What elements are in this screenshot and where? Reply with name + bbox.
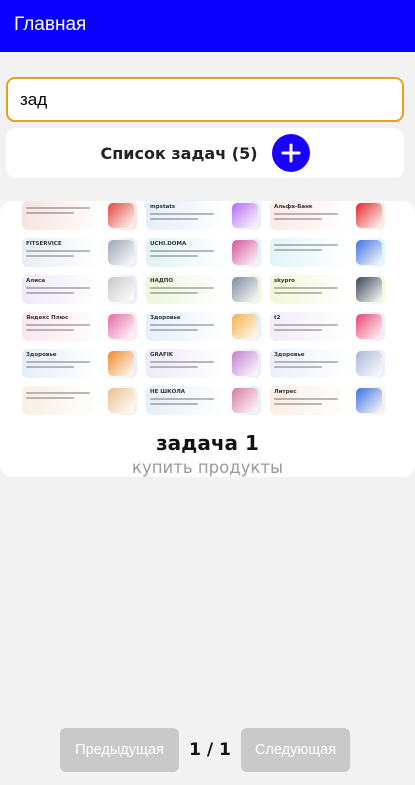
promo-tile [270, 238, 385, 267]
promo-tile-text-line [274, 213, 338, 215]
promo-tile: skypro [270, 275, 385, 304]
promo-tile: FITSERVICE [22, 238, 137, 267]
promo-tile: Литрес [270, 386, 385, 415]
app-bar: Главная [0, 0, 415, 52]
promo-tile-text-line [150, 361, 214, 363]
promo-tile-illustration [232, 314, 258, 339]
promo-tile: UCHI.DOMA [146, 238, 261, 267]
promo-tile-illustration [108, 314, 134, 339]
promo-tile-text-line [26, 392, 90, 394]
promo-tile-illustration [356, 388, 382, 413]
app-title: Главная [14, 14, 87, 35]
promo-tile-text-line [26, 361, 90, 363]
promo-tile-illustration [356, 240, 382, 265]
promo-tile-text-line [150, 213, 214, 215]
task-list-label: Список задач (5) [100, 143, 258, 163]
promo-tile: Здоровье [146, 312, 261, 341]
promo-tile-illustration [232, 351, 258, 376]
promo-tile-text-line [26, 212, 74, 214]
promo-tile-illustration [356, 351, 382, 376]
promo-tile: НАДПО [146, 275, 261, 304]
promo-tile-text-line [26, 324, 90, 326]
promo-tile-text-line [274, 361, 338, 363]
promo-tile-illustration [232, 388, 258, 413]
promo-tile-text-line [274, 244, 338, 246]
promo-tile: НЕ ШКОЛА [146, 386, 261, 415]
promo-tile-text-line [150, 250, 214, 252]
promo-tile-text-line [150, 366, 198, 368]
task-card[interactable]: mpstats Альфа-Банк FITSERVICE UCHI.DOMA Алис… [0, 201, 415, 477]
promo-tile-text-line [274, 324, 338, 326]
promo-tile-illustration [232, 203, 258, 228]
promo-tile-illustration [356, 203, 382, 228]
page-indicator: 1 / 1 [189, 740, 231, 760]
promo-tile-text-line [150, 324, 214, 326]
promo-tile-text-line [150, 255, 198, 257]
plus-icon [281, 143, 301, 163]
search-input[interactable] [20, 89, 390, 110]
promo-tile [22, 386, 137, 415]
promo-tile: Здоровье [270, 349, 385, 378]
search-field[interactable] [6, 77, 404, 122]
promo-tile [22, 201, 137, 230]
promo-tile-text-line [274, 329, 322, 331]
promo-tile-illustration [108, 203, 134, 228]
promo-tile-text-line [274, 398, 338, 400]
promo-tile: Здоровье [22, 349, 137, 378]
promo-tile: GRAFIK [146, 349, 261, 378]
prev-page-button[interactable]: Предыдущая [60, 728, 179, 772]
promo-tile-text-line [150, 398, 214, 400]
promo-tile-illustration [108, 351, 134, 376]
task-list-header: Список задач (5) [6, 128, 404, 178]
promo-tile-text-line [26, 250, 90, 252]
next-page-button[interactable]: Следующая [241, 728, 350, 772]
promo-tile-text-line [274, 287, 338, 289]
promo-tile: Яндекс Плюс [22, 312, 137, 341]
promo-tile-text-line [26, 292, 74, 294]
promo-tile-illustration [108, 277, 134, 302]
add-task-button[interactable] [271, 134, 310, 172]
promo-tile-illustration [232, 277, 258, 302]
promo-tile-text-line [26, 255, 74, 257]
pagination: Предыдущая 1 / 1 Следующая [0, 728, 415, 772]
promo-tile: Алиса [22, 275, 137, 304]
promo-tile-illustration [108, 240, 134, 265]
promo-tile-illustration [356, 314, 382, 339]
promo-tile: Альфа-Банк [270, 201, 385, 230]
promo-tile-text-line [26, 207, 90, 209]
promo-tile-text-line [150, 292, 198, 294]
task-description: купить продукты [132, 458, 283, 477]
promo-tile-text-line [274, 292, 322, 294]
promo-tile-text-line [150, 218, 198, 220]
promo-tile-illustration [356, 277, 382, 302]
promo-tile-text-line [26, 366, 74, 368]
promo-tile-text-line [26, 397, 74, 399]
promo-tile-text-line [150, 403, 198, 405]
promo-tile: t2 [270, 312, 385, 341]
promo-tile-text-line [26, 329, 74, 331]
promo-tile-text-line [274, 366, 322, 368]
task-title: задача 1 [156, 431, 259, 455]
promo-tile-text-line [274, 403, 322, 405]
promo-tile-text-line [150, 329, 198, 331]
promo-tile-text-line [26, 287, 90, 289]
promo-tile-text-line [274, 218, 322, 220]
promo-tile-illustration [232, 240, 258, 265]
promo-tile-text-line [150, 287, 214, 289]
task-image-banner: mpstats Альфа-Банк FITSERVICE UCHI.DOMA Алис… [22, 201, 385, 415]
promo-tile-illustration [108, 388, 134, 413]
promo-tile-text-line [274, 249, 322, 251]
promo-tile: mpstats [146, 201, 261, 230]
